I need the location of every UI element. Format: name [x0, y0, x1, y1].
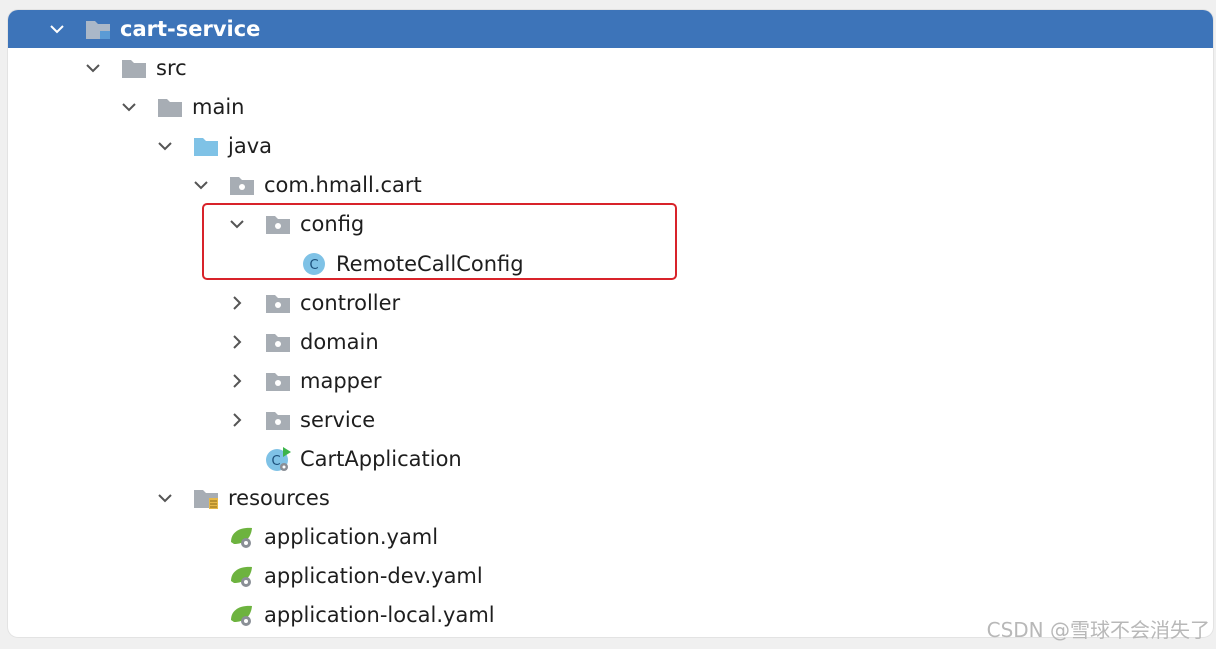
chevron-down-icon[interactable] — [82, 57, 104, 79]
project-tree-panel: cart-service src main java com.hmall.car… — [8, 10, 1213, 637]
tree-item-cartapplication[interactable]: C CartApplication — [8, 439, 1213, 478]
chevron-right-icon[interactable] — [226, 370, 248, 392]
tree-item-label: application-dev.yaml — [264, 563, 483, 588]
spring-yaml-icon — [228, 524, 256, 550]
chevron-right-icon[interactable] — [226, 409, 248, 431]
tree-item-label: main — [192, 94, 245, 119]
chevron-down-icon[interactable] — [190, 174, 212, 196]
tree-item-label: src — [156, 55, 187, 80]
folder-icon — [156, 94, 184, 120]
tree-item-label: mapper — [300, 368, 382, 393]
chevron-down-icon[interactable] — [226, 213, 248, 235]
tree-item-resources[interactable]: resources — [8, 478, 1213, 517]
tree-item-application-dev-yaml[interactable]: application-dev.yaml — [8, 556, 1213, 595]
chevron-down-icon[interactable] — [154, 135, 176, 157]
package-icon — [264, 290, 292, 316]
watermark: CSDN @雪球不会消失了 — [986, 618, 1210, 642]
svg-text:C: C — [271, 454, 280, 469]
class-icon: C — [300, 251, 328, 277]
chevron-down-icon[interactable] — [46, 18, 68, 40]
tree-item-domain[interactable]: domain — [8, 322, 1213, 361]
tree-item-application-yaml[interactable]: application.yaml — [8, 517, 1213, 556]
tree-item-label: resources — [228, 485, 330, 510]
spring-boot-application-icon: C — [264, 446, 292, 472]
tree-item-label: CartApplication — [300, 446, 462, 471]
spring-yaml-icon — [228, 563, 256, 589]
package-icon — [264, 211, 292, 237]
tree-item-label: config — [300, 211, 365, 236]
tree-item-label: service — [300, 407, 376, 432]
chevron-down-icon[interactable] — [154, 487, 176, 509]
spring-yaml-icon — [228, 602, 256, 628]
source-folder-icon — [192, 133, 220, 159]
chevron-down-icon[interactable] — [118, 96, 140, 118]
tree-item-label: application-local.yaml — [264, 602, 495, 627]
tree-item-main[interactable]: main — [8, 87, 1213, 126]
tree-item-label: application.yaml — [264, 524, 439, 549]
tree-item-mapper[interactable]: mapper — [8, 361, 1213, 400]
tree-item-label: com.hmall.cart — [264, 172, 422, 197]
tree-item-label: java — [228, 133, 272, 158]
package-icon — [264, 407, 292, 433]
tree-item-label: cart-service — [120, 17, 261, 41]
tree-item-label: controller — [300, 290, 401, 315]
svg-text:C: C — [309, 258, 318, 273]
tree-item-src[interactable]: src — [8, 48, 1213, 87]
tree-item-java[interactable]: java — [8, 126, 1213, 165]
folder-icon — [120, 55, 148, 81]
tree-item-remotecallconfig[interactable]: C RemoteCallConfig — [8, 244, 1213, 283]
tree-item-com-hmall-cart[interactable]: com.hmall.cart — [8, 165, 1213, 204]
chevron-right-icon[interactable] — [226, 331, 248, 353]
resources-folder-icon — [192, 485, 220, 511]
package-icon — [264, 368, 292, 394]
tree-item-cart-service[interactable]: cart-service — [8, 10, 1213, 48]
tree-item-service[interactable]: service — [8, 400, 1213, 439]
package-icon — [228, 172, 256, 198]
tree-item-label: RemoteCallConfig — [336, 251, 524, 276]
module-folder-icon — [84, 16, 112, 42]
tree-item-controller[interactable]: controller — [8, 283, 1213, 322]
tree-item-label: domain — [300, 329, 379, 354]
chevron-right-icon[interactable] — [226, 292, 248, 314]
package-icon — [264, 329, 292, 355]
tree-item-config[interactable]: config — [8, 204, 1213, 243]
